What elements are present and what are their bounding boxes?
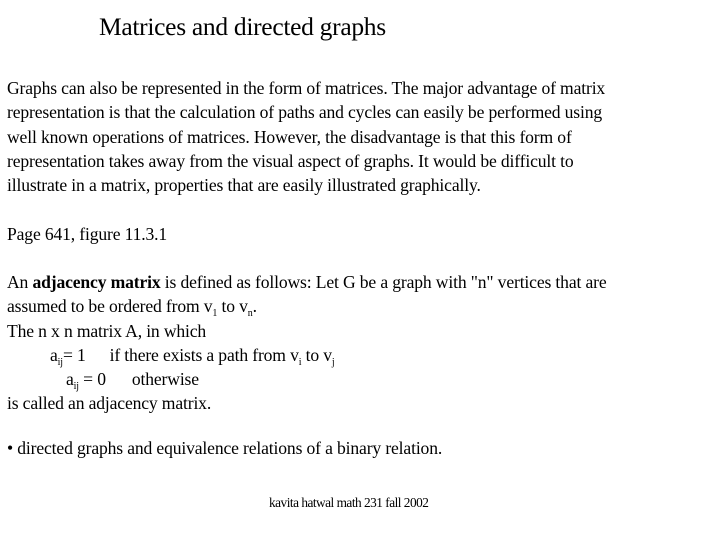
- slide-footer: kavita hatwal math 231 fall 2002: [269, 495, 429, 510]
- text: = 0: [78, 369, 106, 390]
- text: a: [50, 344, 58, 365]
- subscript: j: [331, 356, 335, 368]
- figure-reference: Page 641, figure 11.3.1: [7, 224, 168, 244]
- text: = 1: [62, 344, 86, 365]
- text: An: [7, 272, 33, 292]
- text: otherwise: [131, 369, 199, 390]
- intro-line: representation is that the calculation o…: [7, 102, 603, 123]
- bullet-text: directed graphs and equivalence relation…: [13, 438, 443, 458]
- intro-paragraph: Graphs can also be represented in the fo…: [7, 76, 605, 197]
- intro-line: illustrate in a matrix, properties that …: [7, 175, 481, 196]
- intro-line: representation takes away from the visua…: [7, 150, 574, 171]
- slide-title: Matrices and directed graphs: [99, 12, 386, 41]
- definition-line-1: An adjacency matrix is defined as follow…: [7, 270, 607, 294]
- text: assumed to be ordered from v: [7, 296, 213, 317]
- text: if there exists a path from v: [109, 344, 299, 365]
- text: .: [252, 296, 257, 317]
- text: a: [66, 369, 74, 390]
- definition-paragraph: An adjacency matrix is defined as follow…: [7, 270, 607, 416]
- definition-case-1: aij= 1 if there exists a path from vi to …: [7, 343, 607, 368]
- definition-closing: is called an adjacency matrix.: [7, 393, 212, 414]
- text: to v: [301, 344, 332, 365]
- definition-line-2: assumed to be ordered from v1 to vn.: [7, 294, 607, 319]
- bullet-item: • directed graphs and equivalence relati…: [7, 436, 442, 460]
- intro-line: well known operations of matrices. Howev…: [7, 126, 572, 147]
- definition-case-2: aij = 0 otherwise: [7, 367, 607, 392]
- term-adjacency-matrix: adjacency matrix: [32, 272, 161, 292]
- text: is defined as follows: Let G be a graph …: [160, 272, 607, 292]
- text: to v: [217, 296, 248, 317]
- definition-line-3: The n x n matrix A, in which: [7, 320, 207, 341]
- intro-line: Graphs can also be represented in the fo…: [7, 78, 606, 98]
